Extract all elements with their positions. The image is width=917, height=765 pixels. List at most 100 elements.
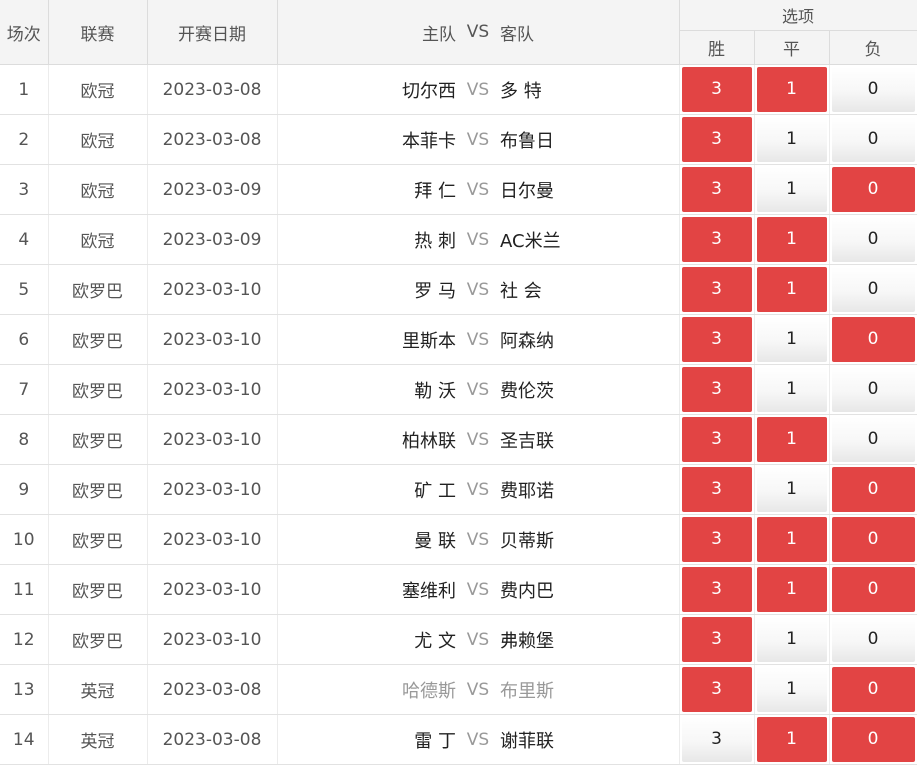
option-draw-button[interactable]: 1	[756, 417, 827, 462]
option-lose-button[interactable]: 0	[831, 317, 915, 362]
option-draw-button[interactable]: 1	[756, 267, 827, 312]
home-team: 矿 工	[414, 480, 456, 502]
option-draw-button[interactable]: 1	[756, 567, 827, 612]
option-lose-button[interactable]: 0	[831, 717, 915, 762]
match-number: 14	[0, 714, 49, 765]
option-draw-button[interactable]: 1	[756, 167, 827, 212]
option-win-cell: 3	[679, 464, 755, 515]
option-draw-button[interactable]: 1	[756, 367, 827, 412]
option-win-button[interactable]: 3	[681, 267, 752, 312]
date-cell: 2023-03-10	[147, 314, 278, 365]
option-lose-button[interactable]: 0	[831, 117, 915, 162]
date-cell: 2023-03-09	[147, 214, 278, 265]
league-cell: 欧冠	[48, 64, 148, 115]
option-draw-button[interactable]: 1	[756, 117, 827, 162]
league-cell: 欧罗巴	[48, 314, 148, 365]
option-lose-button[interactable]: 0	[831, 667, 915, 712]
home-team: 罗 马	[414, 280, 456, 302]
away-team: 社 会	[500, 280, 542, 302]
option-lose-cell: 0	[829, 314, 917, 365]
option-draw-button[interactable]: 1	[756, 67, 827, 112]
option-win-cell: 3	[679, 614, 755, 665]
match-cell: 曼 联 VS 贝蒂斯	[277, 514, 680, 565]
option-lose-button[interactable]: 0	[831, 217, 915, 262]
option-win-cell: 3	[679, 314, 755, 365]
option-win-button[interactable]: 3	[681, 617, 752, 662]
league-cell: 欧罗巴	[48, 414, 148, 465]
table-row: 6 欧罗巴 2023-03-10 里斯本 VS 阿森纳 3 1 0	[0, 314, 917, 365]
away-team: 多 特	[500, 80, 542, 102]
option-lose-cell: 0	[829, 164, 917, 215]
option-win-cell: 3	[679, 514, 755, 565]
option-win-cell: 3	[679, 164, 755, 215]
option-draw-cell: 1	[754, 464, 830, 515]
option-draw-cell: 1	[754, 414, 830, 465]
option-draw-cell: 1	[754, 364, 830, 415]
option-lose-button[interactable]: 0	[831, 417, 915, 462]
option-win-button[interactable]: 3	[681, 167, 752, 212]
header-league: 联赛	[48, 0, 148, 65]
option-draw-button[interactable]: 1	[756, 667, 827, 712]
option-win-button[interactable]: 3	[681, 417, 752, 462]
vs-label: VS	[466, 579, 490, 600]
header-match: 主队 VS 客队	[277, 0, 680, 65]
league-cell: 欧罗巴	[48, 564, 148, 615]
away-team: 圣吉联	[500, 430, 554, 452]
option-lose-cell: 0	[829, 664, 917, 715]
option-win-button[interactable]: 3	[681, 567, 752, 612]
option-win-button[interactable]: 3	[681, 667, 752, 712]
option-lose-cell: 0	[829, 514, 917, 565]
date-cell: 2023-03-10	[147, 614, 278, 665]
home-team: 里斯本	[402, 330, 456, 352]
match-number: 12	[0, 614, 49, 665]
option-draw-button[interactable]: 1	[756, 617, 827, 662]
option-win-button[interactable]: 3	[681, 467, 752, 512]
option-lose-button[interactable]: 0	[831, 367, 915, 412]
option-win-button[interactable]: 3	[681, 117, 752, 162]
away-team: 布里斯	[500, 680, 554, 702]
option-win-button[interactable]: 3	[681, 67, 752, 112]
option-lose-cell: 0	[829, 464, 917, 515]
match-number: 13	[0, 664, 49, 715]
option-lose-button[interactable]: 0	[831, 517, 915, 562]
option-draw-button[interactable]: 1	[756, 517, 827, 562]
match-number: 6	[0, 314, 49, 365]
table-row: 5 欧罗巴 2023-03-10 罗 马 VS 社 会 310	[0, 264, 917, 315]
option-lose-cell: 0	[829, 564, 917, 615]
option-lose-cell: 0	[829, 364, 917, 415]
option-lose-button[interactable]: 0	[831, 167, 915, 212]
match-number: 3	[0, 164, 49, 215]
table-row: 10 欧罗巴 2023-03-10 曼 联 VS 贝蒂斯 3 1 0	[0, 514, 917, 565]
option-draw-button[interactable]: 1	[756, 717, 827, 762]
option-draw-button[interactable]: 1	[756, 217, 827, 262]
vs-label: VS	[466, 479, 490, 500]
option-win-button[interactable]: 3	[681, 517, 752, 562]
option-win-cell: 3	[679, 564, 755, 615]
match-cell: 哈德斯 VS 布里斯	[277, 664, 680, 715]
option-draw-button[interactable]: 1	[756, 467, 827, 512]
option-lose-button[interactable]: 0	[831, 567, 915, 612]
vs-label: VS	[466, 329, 490, 350]
header-draw: 平	[754, 30, 830, 65]
vs-label: VS	[466, 429, 490, 450]
option-win-button[interactable]: 3	[681, 317, 752, 362]
option-win-cell: 3	[679, 114, 755, 165]
date-cell: 2023-03-10	[147, 564, 278, 615]
option-win-button[interactable]: 3	[681, 367, 752, 412]
option-lose-button[interactable]: 0	[831, 267, 915, 312]
header-win: 胜	[679, 30, 755, 65]
match-number: 4	[0, 214, 49, 265]
option-win-button[interactable]: 3	[681, 217, 752, 262]
option-lose-button[interactable]: 0	[831, 617, 915, 662]
option-win-button[interactable]: 3	[681, 717, 752, 762]
vs-label: VS	[466, 679, 490, 700]
option-draw-cell: 1	[754, 314, 830, 365]
option-lose-button[interactable]: 0	[831, 467, 915, 512]
table-row: 14 英冠 2023-03-08 雷 丁 VS 谢菲联 3 1 0	[0, 714, 917, 765]
match-number: 10	[0, 514, 49, 565]
match-number: 9	[0, 464, 49, 515]
option-lose-cell: 0	[829, 64, 917, 115]
match-cell: 罗 马 VS 社 会	[277, 264, 680, 315]
option-lose-button[interactable]: 0	[831, 67, 915, 112]
option-draw-button[interactable]: 1	[756, 317, 827, 362]
